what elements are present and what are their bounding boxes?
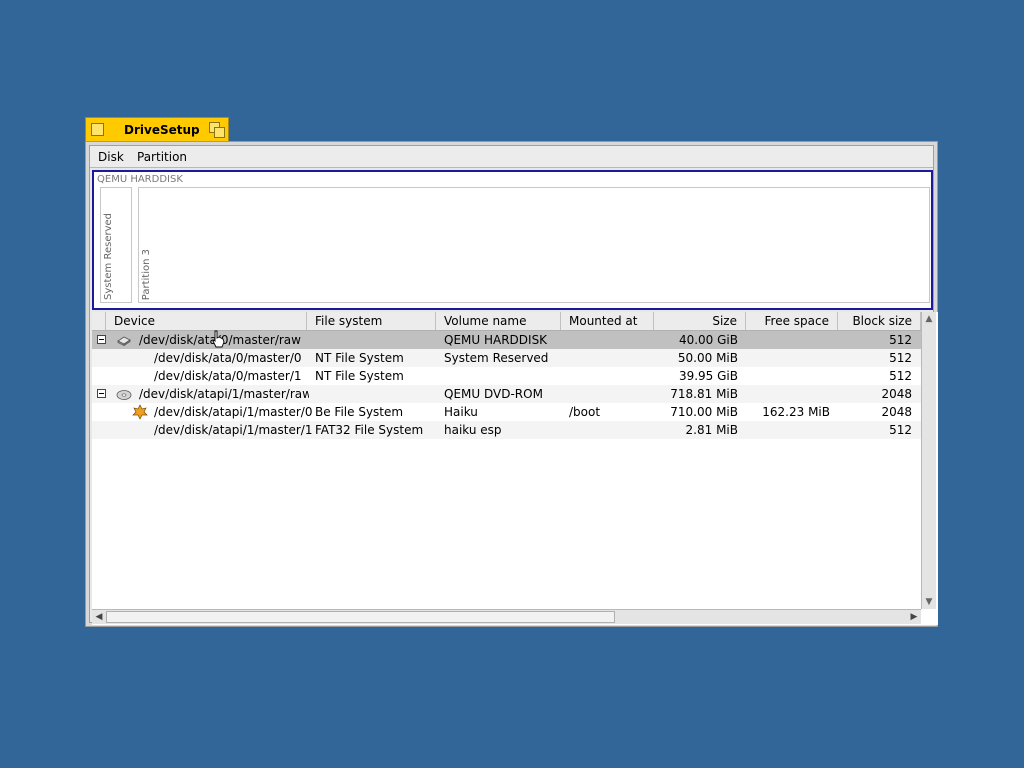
vertical-scrollbar[interactable]: ▲ ▼ xyxy=(921,312,936,609)
disk-map-label: QEMU HARDDISK xyxy=(97,174,183,185)
column-header-size[interactable]: Size xyxy=(654,312,746,330)
collapse-toggle-icon[interactable] xyxy=(97,335,106,344)
size-cell: 710.00 MiB xyxy=(670,405,738,419)
free-space-cell xyxy=(746,349,830,367)
volume-cell: System Reserved xyxy=(444,351,549,365)
collapse-toggle-icon[interactable] xyxy=(97,389,106,398)
device-cell: /dev/disk/atapi/1/master/raw xyxy=(139,387,309,401)
column-header-volume-name[interactable]: Volume name xyxy=(436,312,561,330)
block-size-cell: 2048 xyxy=(881,405,912,419)
device-cell: /dev/disk/atapi/1/master/0 xyxy=(154,405,312,419)
device-cell: /dev/disk/atapi/1/master/1 xyxy=(154,423,312,437)
table-row[interactable]: /dev/disk/atapi/1/master/1 FAT32 File Sy… xyxy=(92,421,921,439)
free-space-cell xyxy=(746,385,830,403)
window-tab[interactable]: DriveSetup xyxy=(85,117,229,141)
disk-map[interactable]: QEMU HARDDISK System Reserved Partition … xyxy=(92,170,933,310)
column-header-expander xyxy=(92,312,106,330)
volume-cell: haiku esp xyxy=(444,423,502,437)
mount-cell: /boot xyxy=(569,405,601,419)
filesystem-cell: Be File System xyxy=(315,405,404,419)
block-size-cell: 512 xyxy=(889,369,912,383)
table-row[interactable]: /dev/disk/ata/0/master/1 NT File System … xyxy=(92,367,921,385)
drivesetup-window: Disk Partition QEMU HARDDISK System Rese… xyxy=(85,141,938,627)
column-header-free-space[interactable]: Free space xyxy=(746,312,838,330)
size-cell: 718.81 MiB xyxy=(670,387,738,401)
horizontal-scroll-thumb[interactable] xyxy=(106,611,615,623)
table-row[interactable]: /dev/disk/atapi/1/master/raw QEMU DVD-RO… xyxy=(92,385,921,403)
cdrom-icon xyxy=(116,390,132,400)
close-box-icon[interactable] xyxy=(91,123,104,136)
size-cell: 2.81 MiB xyxy=(685,423,738,437)
column-header-block-size[interactable]: Block size xyxy=(838,312,921,330)
column-header-mounted-at[interactable]: Mounted at xyxy=(561,312,654,330)
block-size-cell: 512 xyxy=(889,333,912,347)
free-space-cell xyxy=(746,331,830,349)
mount-cell xyxy=(569,367,654,385)
scroll-down-arrow-icon[interactable]: ▼ xyxy=(922,595,936,609)
free-space-cell: 162.23 MiB xyxy=(762,405,830,419)
column-header-file-system[interactable]: File system xyxy=(307,312,436,330)
table-row[interactable]: /dev/disk/ata/0/master/0 NT File System … xyxy=(92,349,921,367)
mount-cell xyxy=(569,331,654,349)
filesystem-cell: FAT32 File System xyxy=(315,423,424,437)
menu-partition[interactable]: Partition xyxy=(137,150,187,164)
free-space-cell xyxy=(746,367,830,385)
menu-bar: Disk Partition xyxy=(90,146,933,168)
free-space-cell xyxy=(746,421,830,439)
size-cell: 40.00 GiB xyxy=(678,333,738,347)
scroll-up-arrow-icon[interactable]: ▲ xyxy=(922,312,936,326)
block-size-cell: 512 xyxy=(889,351,912,365)
window-title: DriveSetup xyxy=(124,123,200,137)
window-content: Disk Partition QEMU HARDDISK System Rese… xyxy=(89,145,938,625)
device-cell: /dev/disk/ata/0/master/0 xyxy=(154,351,302,365)
volume-cell xyxy=(444,367,559,385)
volume-cell: QEMU HARDDISK xyxy=(444,333,548,347)
harddisk-icon xyxy=(117,336,131,347)
menu-disk[interactable]: Disk xyxy=(98,150,124,164)
volume-cell: QEMU DVD-ROM xyxy=(444,387,543,401)
partition-segment-label: Partition 3 xyxy=(141,248,152,300)
filesystem-cell xyxy=(315,331,435,349)
block-size-cell: 512 xyxy=(889,423,912,437)
filesystem-cell xyxy=(315,385,435,403)
scroll-right-arrow-icon[interactable]: ▶ xyxy=(907,610,921,624)
device-cell: /dev/disk/ata/0/master/1 xyxy=(154,369,302,383)
horizontal-scrollbar[interactable]: ◀ ▶ xyxy=(92,609,921,624)
mount-cell xyxy=(569,349,654,367)
partition-list[interactable]: Device File system Volume name Mounted a… xyxy=(92,312,938,625)
zoom-box-icon[interactable] xyxy=(209,122,225,138)
volume-cell: Haiku xyxy=(444,405,478,419)
mount-cell xyxy=(569,385,654,403)
partition-segment-system-reserved[interactable]: System Reserved xyxy=(100,187,132,303)
scroll-left-arrow-icon[interactable]: ◀ xyxy=(92,610,106,624)
table-row[interactable]: /dev/disk/atapi/1/master/0 Be File Syste… xyxy=(92,403,921,421)
size-cell: 50.00 MiB xyxy=(677,351,738,365)
haiku-leaf-icon xyxy=(132,404,148,420)
column-header-device[interactable]: Device xyxy=(106,312,307,330)
block-size-cell: 2048 xyxy=(881,387,912,401)
filesystem-cell: NT File System xyxy=(315,351,404,365)
partition-segment-label: System Reserved xyxy=(103,212,114,300)
partition-segment-partition-3[interactable]: Partition 3 xyxy=(138,187,930,303)
hand-cursor-icon xyxy=(212,330,225,348)
filesystem-cell: NT File System xyxy=(315,369,404,383)
size-cell: 39.95 GiB xyxy=(678,369,738,383)
mount-cell xyxy=(569,421,654,439)
